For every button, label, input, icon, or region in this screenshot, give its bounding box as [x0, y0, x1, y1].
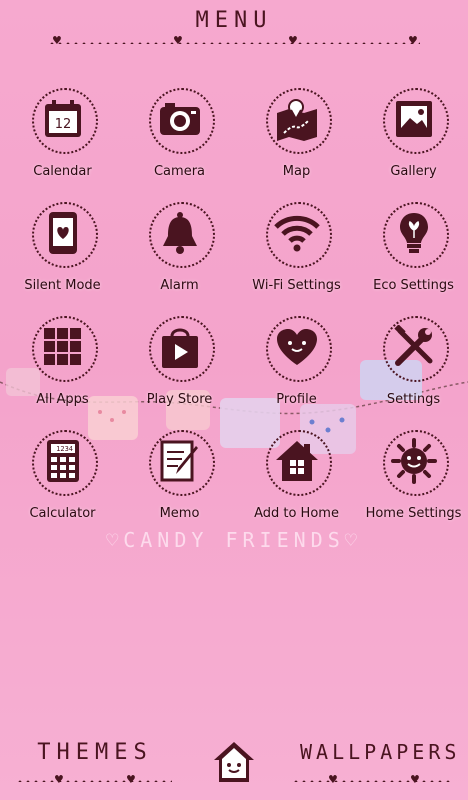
app-label: Home Settings — [365, 506, 462, 521]
sun-face-icon — [383, 430, 445, 492]
app-label: Camera — [153, 164, 206, 179]
grid-icon — [32, 316, 94, 378]
bell-icon — [149, 202, 211, 264]
calculator-icon: 1234 — [32, 430, 94, 492]
calendar-icon: 12 — [32, 88, 94, 150]
app-label: Calendar — [33, 164, 92, 179]
app-label: Play Store — [146, 392, 213, 407]
app-label: Eco Settings — [373, 278, 454, 293]
app-label: Wi-Fi Settings — [252, 278, 341, 293]
app-map[interactable]: Map — [238, 88, 355, 202]
app-label: Profile — [276, 392, 317, 407]
app-home-settings[interactable]: Home Settings — [355, 430, 468, 544]
bottom-heart-decoration: ♥ — [410, 773, 420, 786]
tools-icon — [383, 316, 445, 378]
candy-friends-watermark: ♡CANDY FRIENDS♡ — [106, 528, 362, 552]
app-gallery[interactable]: Gallery — [355, 88, 468, 202]
app-all-apps[interactable]: All Apps — [4, 316, 121, 430]
header-heart-decoration: ♥ — [52, 34, 62, 47]
header-heart-decoration: ♥ — [408, 34, 418, 47]
app-play-store[interactable]: Play Store — [121, 316, 238, 430]
camera-icon — [149, 88, 211, 150]
wifi-icon — [266, 202, 328, 264]
app-label: Calculator — [29, 506, 96, 521]
app-label: Silent Mode — [24, 278, 101, 293]
app-eco-settings[interactable]: Eco Settings — [355, 202, 468, 316]
bottom-heart-decoration: ♥ — [54, 773, 64, 786]
app-add-to-home[interactable]: Add to Home — [238, 430, 355, 544]
themes-button[interactable]: THEMES — [20, 740, 170, 765]
bottom-bar: THEMES ♥ ♥ WALLPAPERS ♥ ♥ — [0, 740, 468, 800]
app-silent-mode[interactable]: Silent Mode — [4, 202, 121, 316]
app-memo[interactable]: Memo — [121, 430, 238, 544]
header-heart-decoration: ♥ — [288, 34, 298, 47]
app-profile[interactable]: Profile — [238, 316, 355, 430]
app-camera[interactable]: Camera — [121, 88, 238, 202]
svg-text:1234: 1234 — [56, 445, 73, 453]
house-face-icon[interactable] — [212, 740, 256, 784]
app-label: Add to Home — [254, 506, 339, 521]
house-icon — [266, 430, 328, 492]
themes-divider — [16, 780, 172, 782]
app-label: Alarm — [160, 278, 199, 293]
app-label: Gallery — [390, 164, 437, 179]
svg-text:12: 12 — [55, 117, 72, 132]
wallpapers-divider — [292, 780, 452, 782]
wallpapers-button[interactable]: WALLPAPERS — [300, 740, 456, 764]
app-label: Memo — [159, 506, 200, 521]
memo-pencil-icon — [149, 430, 211, 492]
menu-title: MENU — [195, 8, 273, 33]
shopping-bag-icon — [149, 316, 211, 378]
app-calculator[interactable]: 1234 Calculator — [4, 430, 121, 544]
gallery-icon — [383, 88, 445, 150]
header-divider — [48, 42, 420, 44]
app-wifi-settings[interactable]: Wi-Fi Settings — [238, 202, 355, 316]
app-calendar[interactable]: 12 Calendar — [4, 88, 121, 202]
app-label: All Apps — [36, 392, 89, 407]
bottom-heart-decoration: ♥ — [328, 773, 338, 786]
header-heart-decoration: ♥ — [173, 34, 183, 47]
bottom-heart-decoration: ♥ — [126, 773, 136, 786]
heart-face-icon — [266, 316, 328, 378]
app-alarm[interactable]: Alarm — [121, 202, 238, 316]
app-settings[interactable]: Settings — [355, 316, 468, 430]
lightbulb-icon — [383, 202, 445, 264]
map-icon — [266, 88, 328, 150]
phone-heart-icon — [32, 202, 94, 264]
app-label: Settings — [386, 392, 441, 407]
app-label: Map — [282, 164, 311, 179]
